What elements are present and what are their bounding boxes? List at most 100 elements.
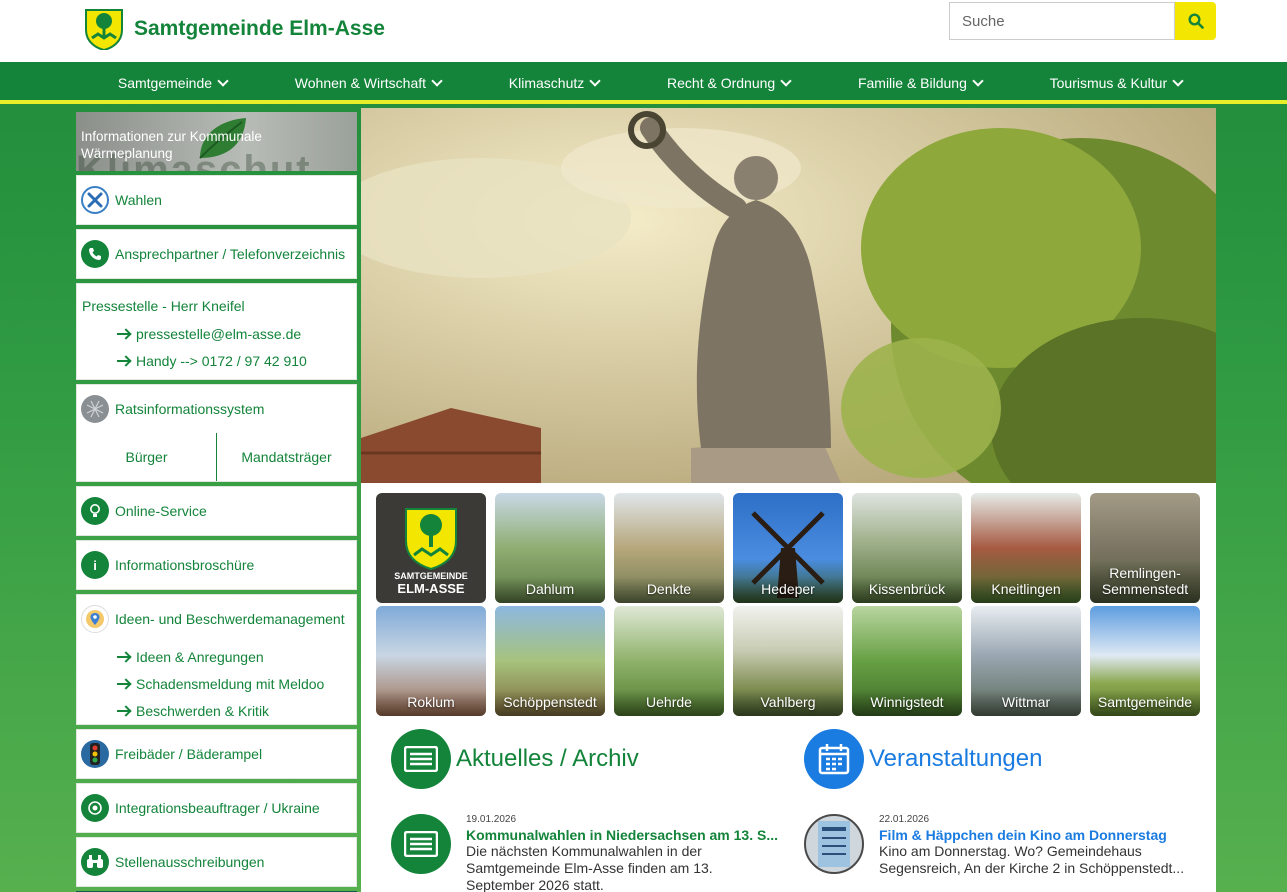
site-logo[interactable]: Samtgemeinde Elm-Asse bbox=[84, 8, 385, 50]
lightbulb-icon bbox=[81, 497, 109, 525]
tile-kneitlingen[interactable]: Kneitlingen bbox=[971, 493, 1081, 603]
event-text: Kino am Donnerstag. Wo? Gemeindehaus Seg… bbox=[879, 843, 1185, 876]
news-text: Die nächsten Kommunalwahlen in der Samtg… bbox=[466, 843, 713, 892]
banner-text: Informationen zur Kommunale Wärmeplanung bbox=[81, 129, 262, 161]
arrow-right-icon bbox=[117, 655, 129, 658]
nav-wohnen-wirtschaft[interactable]: Wohnen & Wirtschaft bbox=[295, 75, 443, 91]
tile-label: Remlingen- Semmenstedt bbox=[1090, 561, 1200, 603]
tile-label: Hedeper bbox=[733, 577, 843, 603]
section-title-news: Aktuelles / Archiv bbox=[456, 745, 639, 772]
event-item[interactable]: 22.01.2026 Film & Häppchen dein Kino am … bbox=[804, 814, 1204, 877]
sidebar-card-online: Online-Service bbox=[76, 486, 357, 536]
nav-label: Recht & Ordnung bbox=[667, 75, 776, 91]
ideas-link-beschwerden[interactable]: Beschwerden & Kritik bbox=[77, 697, 356, 724]
sidebar-item-label: Ratsinformationssystem bbox=[115, 401, 265, 417]
grid-globe-icon bbox=[81, 395, 109, 423]
sidebar-item-label: Freibäder / Bäderampel bbox=[115, 746, 263, 762]
ratsinfo-buerger-button[interactable]: Bürger bbox=[77, 433, 217, 481]
sidebar-card-ideas: Ideen- und Beschwerdemanagement Ideen & … bbox=[76, 594, 357, 725]
ratsinfo-buttons: Bürger Mandatsträger bbox=[77, 433, 356, 481]
nav-label: Familie & Bildung bbox=[857, 75, 967, 91]
sidebar-card-integration: Integrationsbeauftrager / Ukraine bbox=[76, 783, 357, 833]
crest-icon bbox=[85, 9, 123, 50]
link-label: pressestelle@elm-asse.de bbox=[136, 325, 302, 342]
link-label: Ideen & Anregungen bbox=[136, 648, 264, 665]
nav-klimaschutz[interactable]: Klimaschutz bbox=[509, 75, 601, 91]
tile-label: Kissenbrück bbox=[852, 577, 962, 603]
village-tiles: SAMTGEMEINDE ELM-ASSE Dahlum Denkte Hede… bbox=[376, 493, 1200, 716]
nav-label: Samtgemeinde bbox=[117, 75, 213, 91]
ratsinfo-mandatstraeger-button[interactable]: Mandatsträger bbox=[217, 433, 356, 481]
sidebar-banner-waermeplanung[interactable]: Klimaschut Informationen zur Kommunale W… bbox=[76, 112, 357, 171]
event-date: 22.01.2026 bbox=[879, 814, 930, 825]
tile-wittmar[interactable]: Wittmar bbox=[971, 606, 1081, 716]
sidebar-card-ratsinfo: Ratsinformationssystem Bürger Mandatsträ… bbox=[76, 384, 357, 482]
news-item[interactable]: 19.01.2026 Kommunalwahlen in Niedersachs… bbox=[391, 814, 781, 892]
hero-statue-illustration bbox=[361, 108, 1216, 483]
ideas-link-meldoo[interactable]: Schadensmeldung mit Meldoo bbox=[77, 670, 356, 697]
tile-schoeppenstedt[interactable]: Schöppenstedt bbox=[495, 606, 605, 716]
tile-label: Winnigstedt bbox=[852, 690, 962, 716]
tile-label: Samtgemeinde bbox=[1090, 690, 1200, 716]
news-title[interactable]: Kommunalwahlen in Niedersachsen am 13. S… bbox=[466, 827, 781, 843]
sidebar: Klimaschut Informationen zur Kommunale W… bbox=[76, 112, 357, 892]
nav-tourismus-kultur[interactable]: Tourismus & Kultur bbox=[1050, 75, 1184, 91]
sidebar-item-contacts[interactable]: Ansprechpartner / Telefonverzeichnis bbox=[77, 230, 356, 278]
sidebar-item-ideas[interactable]: Ideen- und Beschwerdemanagement bbox=[77, 595, 356, 643]
tile-label: Vahlberg bbox=[733, 690, 843, 716]
tile-vahlberg[interactable]: Vahlberg bbox=[733, 606, 843, 716]
chevron-down-icon bbox=[431, 75, 443, 87]
search-input[interactable] bbox=[949, 2, 1175, 40]
site-title: Samtgemeinde Elm-Asse bbox=[134, 17, 385, 40]
tile-winnigstedt[interactable]: Winnigstedt bbox=[852, 606, 962, 716]
sidebar-item-wahlen[interactable]: Wahlen bbox=[77, 176, 356, 224]
sidebar-item-jobs[interactable]: Stellenausschreibungen bbox=[77, 838, 356, 886]
chevron-down-icon bbox=[780, 75, 792, 87]
tile-hedeper[interactable]: Hedeper bbox=[733, 493, 843, 603]
press-email-link[interactable]: pressestelle@elm-asse.de bbox=[77, 320, 356, 347]
chevron-down-icon bbox=[589, 75, 601, 87]
news-body: 19.01.2026 Kommunalwahlen in Niedersachs… bbox=[466, 814, 781, 892]
section-news-header[interactable]: Aktuelles / Archiv bbox=[391, 729, 639, 789]
sidebar-item-ratsinfo[interactable]: Ratsinformationssystem bbox=[77, 385, 356, 433]
nav-recht-ordnung[interactable]: Recht & Ordnung bbox=[667, 75, 792, 91]
ideas-link-anregungen[interactable]: Ideen & Anregungen bbox=[77, 643, 356, 670]
crest-label: SAMTGEMEINDE ELM-ASSE bbox=[376, 571, 486, 596]
tile-remlingen-semmenstedt[interactable]: Remlingen- Semmenstedt bbox=[1090, 493, 1200, 603]
news-list-icon bbox=[391, 814, 451, 874]
chevron-down-icon bbox=[972, 75, 984, 87]
search-icon bbox=[1187, 13, 1204, 29]
tile-uehrde[interactable]: Uehrde bbox=[614, 606, 724, 716]
sidebar-item-brochure[interactable]: i Informationsbroschüre bbox=[77, 541, 356, 589]
sidebar-item-label: Integrationsbeauftrager / Ukraine bbox=[115, 800, 320, 816]
tile-label: Wittmar bbox=[971, 690, 1081, 716]
press-phone-link[interactable]: Handy --> 0172 / 97 42 910 bbox=[77, 347, 356, 374]
nav-familie-bildung[interactable]: Familie & Bildung bbox=[857, 75, 984, 91]
tile-label: Uehrde bbox=[614, 690, 724, 716]
sidebar-item-pools[interactable]: Freibäder / Bäderampel bbox=[77, 730, 356, 778]
ballot-x-icon bbox=[81, 186, 109, 214]
event-title[interactable]: Film & Häppchen dein Kino am Donnerstag bbox=[879, 827, 1199, 843]
sidebar-item-integration[interactable]: Integrationsbeauftrager / Ukraine bbox=[77, 784, 356, 832]
tile-roklum[interactable]: Roklum bbox=[376, 606, 486, 716]
sidebar-item-label: Online-Service bbox=[115, 503, 207, 519]
sidebar-item-online-service[interactable]: Online-Service bbox=[77, 487, 356, 535]
tile-samtgemeinde[interactable]: Samtgemeinde bbox=[1090, 606, 1200, 716]
map-pin-icon bbox=[81, 605, 109, 633]
nav-samtgemeinde[interactable]: Samtgemeinde bbox=[117, 75, 229, 91]
section-events-header[interactable]: Veranstaltungen bbox=[804, 729, 1042, 789]
tile-label: Dahlum bbox=[495, 577, 605, 603]
tile-samtgemeinde-logo[interactable]: SAMTGEMEINDE ELM-ASSE bbox=[376, 493, 486, 603]
sidebar-card-jobs: Stellenausschreibungen bbox=[76, 837, 357, 887]
sidebar-card-wahlen: Wahlen bbox=[76, 175, 357, 225]
search-button[interactable] bbox=[1175, 2, 1216, 40]
site-header: Samtgemeinde Elm-Asse bbox=[0, 0, 1287, 62]
sidebar-item-label: Ideen- und Beschwerdemanagement bbox=[115, 611, 345, 627]
event-thumbnail bbox=[804, 814, 864, 874]
tile-kissenbrueck[interactable]: Kissenbrück bbox=[852, 493, 962, 603]
sidebar-item-label: Wahlen bbox=[115, 192, 162, 208]
arrow-right-icon bbox=[117, 709, 129, 712]
tile-dahlum[interactable]: Dahlum bbox=[495, 493, 605, 603]
tile-denkte[interactable]: Denkte bbox=[614, 493, 724, 603]
binoculars-icon bbox=[81, 848, 109, 876]
